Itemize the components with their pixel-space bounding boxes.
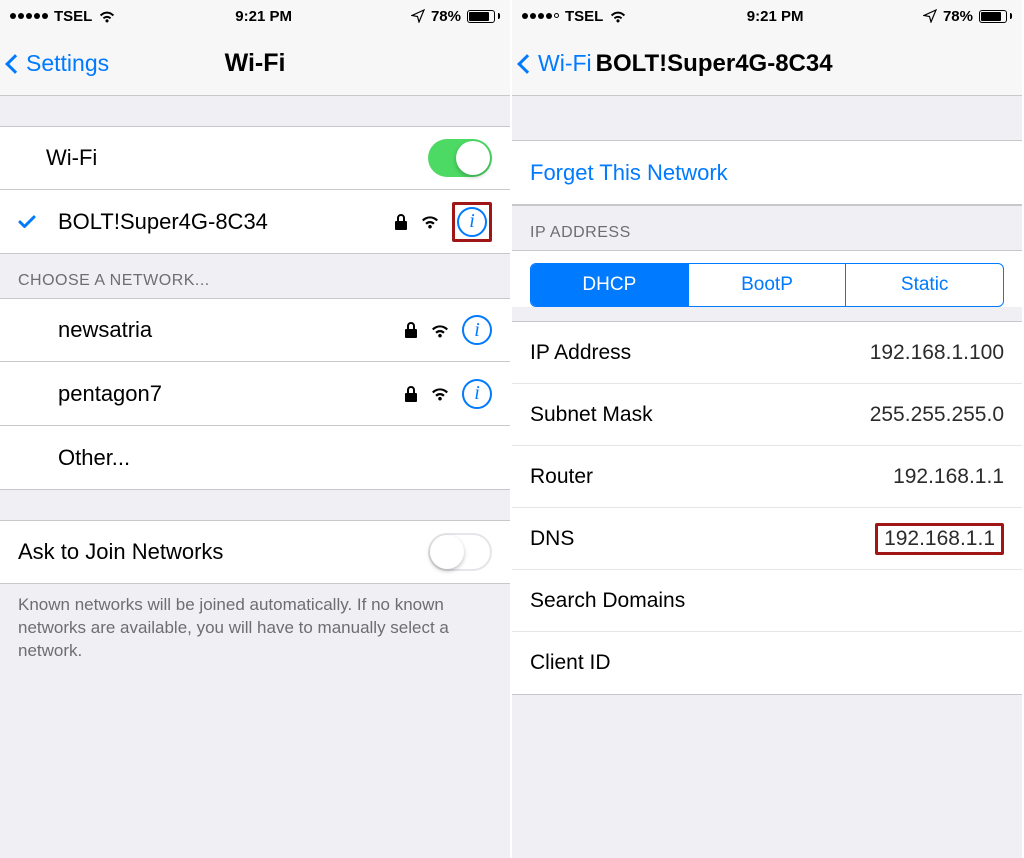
chevron-left-icon — [5, 54, 25, 74]
connected-network-row[interactable]: BOLT!Super4G-8C34 i — [0, 190, 510, 254]
ip-address-row[interactable]: IP Address 192.168.1.100 — [512, 322, 1022, 384]
connected-network-name: BOLT!Super4G-8C34 — [58, 209, 268, 235]
forget-label: Forget This Network — [530, 160, 728, 186]
ip-label: IP Address — [530, 341, 631, 365]
search-domains-label: Search Domains — [530, 589, 685, 613]
cellular-signal-icon — [522, 13, 559, 19]
wifi-icon — [609, 10, 627, 23]
ask-to-join-label: Ask to Join Networks — [18, 539, 223, 565]
other-network-row[interactable]: Other... — [0, 426, 510, 490]
wifi-toggle-row: Wi-Fi — [0, 126, 510, 190]
segment-dhcp[interactable]: DHCP — [531, 264, 689, 306]
segment-bootp[interactable]: BootP — [689, 264, 847, 306]
clock-label: 9:21 PM — [116, 8, 411, 25]
ask-to-join-row: Ask to Join Networks — [0, 520, 510, 584]
forget-network-button[interactable]: Forget This Network — [512, 141, 1022, 205]
chevron-left-icon — [517, 54, 537, 74]
router-row[interactable]: Router 192.168.1.1 — [512, 446, 1022, 508]
wifi-signal-icon — [430, 323, 450, 338]
client-id-row[interactable]: Client ID — [512, 632, 1022, 694]
checkmark-icon — [16, 211, 38, 233]
ask-to-join-toggle[interactable] — [428, 533, 492, 571]
client-id-label: Client ID — [530, 651, 611, 675]
status-bar: TSEL 9:21 PM 78% — [512, 0, 1022, 32]
wifi-icon — [98, 10, 116, 23]
back-label: Settings — [26, 50, 109, 77]
info-button[interactable]: i — [462, 379, 492, 409]
search-domains-row[interactable]: Search Domains — [512, 570, 1022, 632]
choose-network-header: CHOOSE A NETWORK... — [0, 254, 510, 298]
dns-row[interactable]: DNS 192.168.1.1 — [512, 508, 1022, 570]
nav-bar: Settings Wi-Fi — [0, 32, 510, 96]
status-bar: TSEL 9:21 PM 78% — [0, 0, 510, 32]
router-label: Router — [530, 465, 593, 489]
page-title: BOLT!Super4G-8C34 — [596, 50, 833, 78]
nav-bar: Wi-Fi BOLT!Super4G-8C34 — [512, 32, 1022, 96]
back-button[interactable]: Settings — [8, 50, 109, 77]
back-button[interactable]: Wi-Fi — [520, 50, 592, 77]
network-name: pentagon7 — [58, 381, 162, 407]
wifi-toggle[interactable] — [428, 139, 492, 177]
lock-icon — [404, 321, 418, 339]
mask-label: Subnet Mask — [530, 403, 653, 427]
subnet-mask-row[interactable]: Subnet Mask 255.255.255.0 — [512, 384, 1022, 446]
network-name: newsatria — [58, 317, 152, 343]
wifi-settings-screen: TSEL 9:21 PM 78% Settings Wi-Fi Wi-Fi — [0, 0, 512, 858]
carrier-label: TSEL — [565, 8, 603, 25]
wifi-toggle-label: Wi-Fi — [18, 145, 97, 171]
back-label: Wi-Fi — [538, 50, 592, 77]
info-button[interactable]: i — [462, 315, 492, 345]
ip-value: 192.168.1.100 — [870, 341, 1004, 365]
wifi-signal-icon — [430, 386, 450, 401]
location-icon — [923, 9, 937, 23]
dns-label: DNS — [530, 527, 574, 551]
location-icon — [411, 9, 425, 23]
battery-icon — [979, 10, 1012, 23]
router-value: 192.168.1.1 — [893, 465, 1004, 489]
ip-address-header: IP ADDRESS — [512, 206, 1022, 250]
carrier-label: TSEL — [54, 8, 92, 25]
highlight-box: i — [452, 202, 492, 242]
info-button[interactable]: i — [457, 207, 487, 237]
battery-pct-label: 78% — [943, 8, 973, 25]
lock-icon — [394, 213, 408, 231]
network-detail-screen: TSEL 9:21 PM 78% Wi-Fi BOLT!Super4G-8C34 — [512, 0, 1024, 858]
network-row[interactable]: pentagon7 i — [0, 362, 510, 426]
clock-label: 9:21 PM — [627, 8, 923, 25]
cellular-signal-icon — [10, 13, 48, 19]
lock-icon — [404, 385, 418, 403]
footnote-text: Known networks will be joined automatica… — [0, 584, 510, 673]
battery-icon — [467, 10, 500, 23]
other-label: Other... — [58, 445, 130, 471]
wifi-signal-icon — [420, 214, 440, 229]
battery-pct-label: 78% — [431, 8, 461, 25]
segment-static[interactable]: Static — [846, 264, 1003, 306]
network-row[interactable]: newsatria i — [0, 298, 510, 362]
mask-value: 255.255.255.0 — [870, 403, 1004, 427]
ip-mode-segments: DHCP BootP Static — [530, 263, 1004, 307]
dns-value: 192.168.1.1 — [875, 523, 1004, 555]
